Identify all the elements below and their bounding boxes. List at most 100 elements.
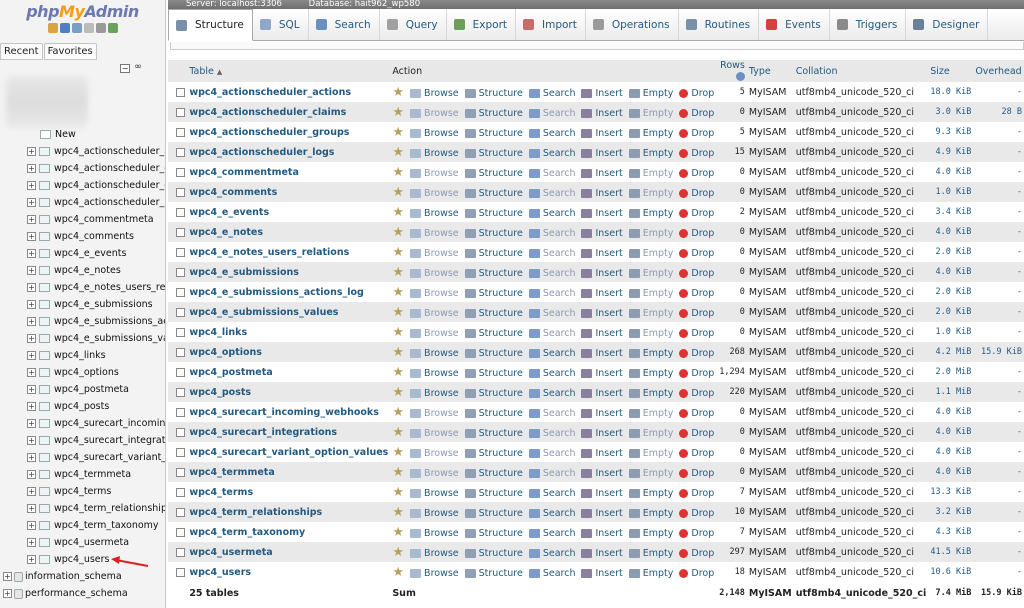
action-structure[interactable]: Structure (464, 128, 523, 139)
expand-icon[interactable]: + (27, 164, 36, 173)
sidebar-table-item[interactable]: + wpc4_e_notes (0, 262, 165, 279)
table-name-link[interactable]: wpc4_options (187, 342, 391, 362)
action-empty[interactable]: Empty (628, 328, 673, 339)
action-insert[interactable]: Insert (581, 548, 623, 559)
action-browse[interactable]: Browse (410, 528, 459, 539)
row-overhead[interactable]: 28 B (973, 102, 1024, 122)
row-overhead[interactable]: - (973, 142, 1024, 162)
table-name-link[interactable]: wpc4_actionscheduler_actions (187, 82, 391, 102)
sidebar-table-item[interactable]: + wpc4_actionscheduler_cla (0, 160, 165, 177)
table-row[interactable]: wpc4_comments ★ Browse Structure Search Inse… (168, 182, 1024, 202)
expand-icon[interactable]: + (27, 453, 36, 462)
action-search[interactable]: Search (528, 568, 575, 579)
action-drop[interactable]: Drop (679, 308, 714, 319)
action-search[interactable]: Search (528, 208, 575, 219)
favorite-star-icon[interactable]: ★ (392, 565, 404, 580)
action-structure[interactable]: Structure (464, 348, 523, 359)
action-browse[interactable]: Browse (410, 228, 459, 239)
action-structure[interactable]: Structure (464, 528, 523, 539)
action-search[interactable]: Search (528, 328, 575, 339)
table-name-link[interactable]: wpc4_users (187, 562, 391, 582)
action-empty[interactable]: Empty (628, 528, 673, 539)
action-structure[interactable]: Structure (464, 508, 523, 519)
sidebar-database-item[interactable]: + performance_schema (0, 585, 165, 602)
expand-icon[interactable]: + (27, 368, 36, 377)
action-empty[interactable]: Empty (628, 108, 673, 119)
action-browse[interactable]: Browse (410, 208, 459, 219)
action-browse[interactable]: Browse (410, 248, 459, 259)
help-icon[interactable] (71, 23, 82, 33)
row-size[interactable]: 4.0 KiB (928, 442, 974, 462)
action-insert[interactable]: Insert (581, 468, 623, 479)
header-table[interactable]: Table ▲ (187, 60, 391, 82)
sidebar-table-item[interactable]: + wpc4_posts (0, 398, 165, 415)
table-row[interactable]: wpc4_e_submissions ★ Browse Structure Searc… (168, 262, 1024, 282)
action-browse[interactable]: Browse (410, 348, 459, 359)
action-empty[interactable]: Empty (628, 368, 673, 379)
action-structure[interactable]: Structure (464, 488, 523, 499)
row-overhead[interactable]: - (973, 482, 1024, 502)
row-checkbox[interactable] (176, 407, 185, 417)
action-browse[interactable]: Browse (410, 448, 459, 459)
sidebar-table-item[interactable]: + wpc4_e_submissions_acti (0, 313, 165, 330)
sidebar-table-item[interactable]: + wpc4_options (0, 364, 165, 381)
favorite-star-icon[interactable]: ★ (392, 505, 404, 520)
row-size[interactable]: 3.4 KiB (928, 202, 974, 222)
expand-icon[interactable]: + (27, 521, 36, 530)
table-row[interactable]: wpc4_e_notes ★ Browse Structure Search Inser… (168, 222, 1024, 242)
action-browse[interactable]: Browse (410, 368, 459, 379)
action-browse[interactable]: Browse (410, 168, 459, 179)
favorite-star-icon[interactable]: ★ (392, 165, 404, 180)
expand-icon[interactable]: + (27, 351, 36, 360)
action-browse[interactable]: Browse (410, 408, 459, 419)
tab-query[interactable]: Query (380, 9, 447, 40)
action-drop[interactable]: Drop (679, 128, 714, 139)
action-empty[interactable]: Empty (628, 88, 673, 99)
action-empty[interactable]: Empty (628, 448, 673, 459)
row-size[interactable]: 1.0 KiB (928, 182, 974, 202)
row-checkbox[interactable] (176, 307, 185, 317)
action-insert[interactable]: Insert (581, 448, 623, 459)
row-overhead[interactable]: - (973, 282, 1024, 302)
action-browse[interactable]: Browse (410, 268, 459, 279)
row-overhead[interactable]: - (973, 382, 1024, 402)
action-browse[interactable]: Browse (410, 488, 459, 499)
row-size[interactable]: 10.6 KiB (928, 562, 974, 582)
favorite-star-icon[interactable]: ★ (392, 345, 404, 360)
expand-icon[interactable]: + (3, 589, 12, 598)
expand-icon[interactable]: + (27, 470, 36, 479)
action-drop[interactable]: Drop (679, 388, 714, 399)
action-structure[interactable]: Structure (464, 228, 523, 239)
row-overhead[interactable]: - (973, 182, 1024, 202)
action-drop[interactable]: Drop (679, 448, 714, 459)
row-checkbox[interactable] (176, 567, 185, 577)
row-size[interactable]: 3.2 KiB (928, 502, 974, 522)
header-overhead[interactable]: Overhead (973, 60, 1024, 82)
action-browse[interactable]: Browse (410, 288, 459, 299)
row-checkbox[interactable] (176, 487, 185, 497)
row-checkbox[interactable] (176, 547, 185, 557)
table-name-link[interactable]: wpc4_actionscheduler_logs (187, 142, 391, 162)
row-checkbox[interactable] (176, 87, 185, 97)
action-drop[interactable]: Drop (679, 148, 714, 159)
action-insert[interactable]: Insert (581, 268, 623, 279)
action-insert[interactable]: Insert (581, 168, 623, 179)
row-overhead[interactable]: - (973, 362, 1024, 382)
action-drop[interactable]: Drop (679, 168, 714, 179)
row-overhead[interactable]: - (973, 462, 1024, 482)
row-size[interactable]: 4.0 KiB (928, 162, 974, 182)
row-checkbox[interactable] (176, 427, 185, 437)
action-drop[interactable]: Drop (679, 88, 714, 99)
favorite-star-icon[interactable]: ★ (392, 325, 404, 340)
table-name-link[interactable]: wpc4_surecart_incoming_webhooks (187, 402, 391, 422)
tab-recent[interactable]: Recent (0, 43, 43, 60)
table-name-link[interactable]: wpc4_e_submissions_actions_log (187, 282, 391, 302)
sidebar-table-item[interactable]: + wpc4_term_relationships (0, 500, 165, 517)
row-overhead[interactable]: - (973, 402, 1024, 422)
sidebar-table-item[interactable]: + wpc4_term_taxonomy (0, 517, 165, 534)
action-insert[interactable]: Insert (581, 148, 623, 159)
action-empty[interactable]: Empty (628, 348, 673, 359)
action-search[interactable]: Search (528, 148, 575, 159)
action-search[interactable]: Search (528, 288, 575, 299)
action-browse[interactable]: Browse (410, 88, 459, 99)
